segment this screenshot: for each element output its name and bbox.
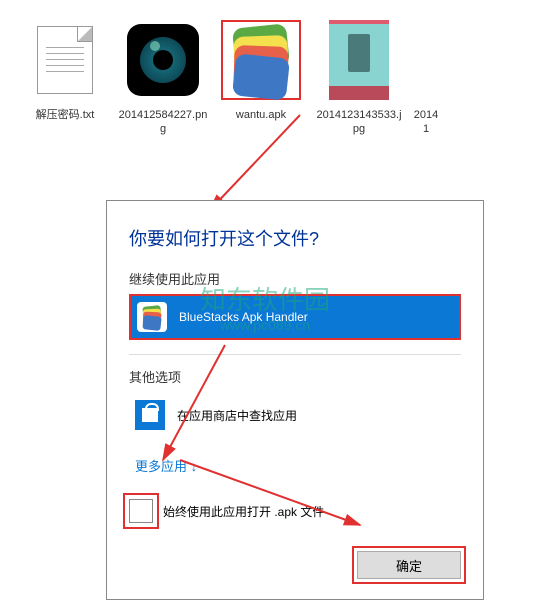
file-item-jpg[interactable]: 2014123143533.jpg	[314, 20, 404, 137]
bluestacks-apk-icon	[227, 26, 295, 94]
app-name: BlueStacks Apk Handler	[179, 310, 308, 324]
file-label: wantu.apk	[216, 108, 306, 122]
file-grid: 解压密码.txt 201412584227.png wantu.apk 2014…	[0, 0, 537, 137]
file-label: 201412584227.png	[118, 108, 208, 137]
dialog-title: 你要如何打开这个文件?	[129, 225, 461, 251]
text-file-icon	[37, 26, 93, 94]
image-thumbnail-icon	[329, 20, 389, 100]
camera-app-icon	[127, 24, 199, 96]
file-item-jpg2[interactable]: 20141	[412, 20, 440, 137]
always-label: 始终使用此应用打开 .apk 文件	[163, 503, 324, 520]
file-item-png[interactable]: 201412584227.png	[118, 20, 208, 137]
always-use-row[interactable]: 始终使用此应用打开 .apk 文件	[129, 499, 461, 523]
store-label: 在应用商店中查找应用	[177, 407, 297, 424]
file-label: 20141	[412, 108, 440, 137]
ok-button[interactable]: 确定	[357, 551, 461, 579]
file-label: 解压密码.txt	[20, 108, 110, 122]
always-checkbox[interactable]	[129, 499, 153, 523]
bluestacks-icon	[137, 302, 167, 332]
store-icon	[135, 400, 165, 430]
app-option-bluestacks[interactable]: BlueStacks Apk Handler	[129, 294, 461, 340]
divider	[129, 354, 461, 355]
other-options-label: 其他选项	[129, 367, 461, 386]
file-item-txt[interactable]: 解压密码.txt	[20, 20, 110, 137]
app-option-store[interactable]: 在应用商店中查找应用	[129, 392, 461, 438]
file-item-apk[interactable]: wantu.apk	[216, 20, 306, 137]
continue-label: 继续使用此应用	[129, 269, 461, 288]
more-apps-link[interactable]: 更多应用 ↓	[135, 456, 197, 475]
file-label: 2014123143533.jpg	[314, 108, 404, 137]
open-with-dialog: 你要如何打开这个文件? 继续使用此应用 BlueStacks Apk Handl…	[106, 200, 484, 600]
